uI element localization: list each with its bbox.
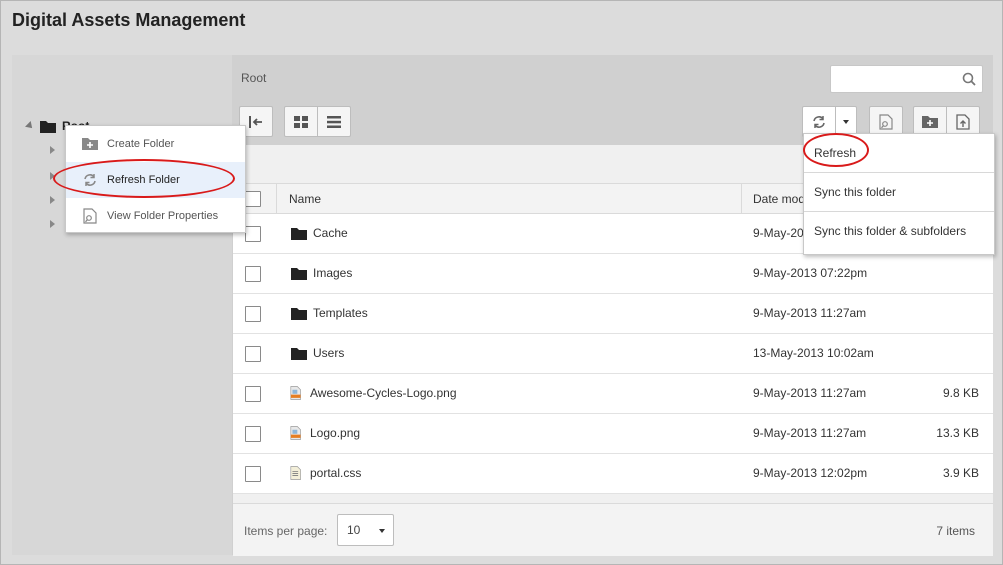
caret-down-icon: [843, 119, 849, 124]
column-header-name[interactable]: Name: [289, 192, 321, 206]
row-checkbox[interactable]: [245, 346, 261, 362]
refresh-icon: [813, 115, 825, 128]
expand-arrow-icon[interactable]: [50, 220, 55, 228]
column-divider: [741, 184, 742, 215]
file-name[interactable]: Awesome-Cycles-Logo.png: [310, 386, 457, 400]
file-name[interactable]: Logo.png: [310, 426, 360, 440]
menu-item-sync-folder-subfolders[interactable]: Sync this folder & subfolders: [804, 212, 994, 251]
file-size: 9.8 KB: [942, 386, 979, 400]
menu-item-create-folder[interactable]: Create Folder: [66, 126, 245, 162]
png-file-icon: [290, 386, 301, 400]
row-checkbox[interactable]: [245, 466, 261, 482]
collapse-arrow-icon[interactable]: [25, 121, 35, 131]
menu-item-label: Create Folder: [107, 138, 175, 150]
folder-plus-icon: [922, 116, 938, 128]
expand-arrow-icon[interactable]: [50, 172, 55, 180]
menu-item-label: Refresh Folder: [107, 174, 180, 186]
grid-view-icon: [294, 115, 308, 128]
app-window: Digital Assets Management Root Root: [0, 0, 1003, 565]
items-per-page-select[interactable]: 10: [337, 514, 394, 546]
row-checkbox[interactable]: [245, 386, 261, 402]
file-size: 13.3 KB: [936, 426, 979, 440]
select-all-checkbox[interactable]: [245, 191, 261, 207]
search-box[interactable]: [830, 65, 983, 93]
file-size: 3.9 KB: [942, 466, 979, 480]
row-checkbox[interactable]: [245, 226, 261, 242]
items-per-page-label: Items per page:: [244, 524, 328, 538]
file-date: 9-May-2013 11:27am: [753, 386, 867, 400]
file-name[interactable]: Users: [313, 346, 344, 360]
refresh-icon: [84, 174, 96, 186]
caret-down-icon: [379, 529, 385, 533]
menu-item-label: Refresh: [814, 146, 857, 160]
folder-icon: [291, 228, 307, 240]
menu-item-refresh-folder[interactable]: Refresh Folder: [66, 162, 245, 198]
row-checkbox[interactable]: [245, 266, 261, 282]
row-checkbox[interactable]: [245, 306, 261, 322]
menu-item-refresh[interactable]: Refresh: [804, 134, 994, 173]
folder-icon: [40, 121, 56, 133]
menu-item-label: View Folder Properties: [107, 210, 219, 222]
file-date: 9-May-2013 12:02pm: [753, 466, 868, 480]
folder-icon: [291, 348, 307, 360]
grid-view-button[interactable]: [284, 106, 318, 137]
list-view-button[interactable]: [317, 106, 351, 137]
css-file-icon: [290, 466, 301, 480]
table-row[interactable]: Templates 9-May-2013 11:27am: [233, 294, 993, 334]
folder-context-menu: Create Folder Refresh Folder View Folder…: [65, 125, 246, 233]
menu-item-label: Sync this folder: [814, 185, 897, 199]
table-row[interactable]: Awesome-Cycles-Logo.png 9-May-2013 11:27…: [233, 374, 993, 414]
breadcrumb[interactable]: Root: [241, 71, 266, 85]
refresh-dropdown-menu: Refresh Sync this folder Sync this folde…: [803, 133, 995, 255]
main-panel: Root Name Date mod Cache 9-May-2013 Imag…: [233, 55, 993, 556]
table-row[interactable]: Logo.png 9-May-2013 11:27am 13.3 KB: [233, 414, 993, 454]
menu-item-label: Sync this folder & subfolders: [814, 224, 967, 238]
menu-item-view-folder-properties[interactable]: View Folder Properties: [66, 198, 245, 234]
folder-icon: [291, 308, 307, 320]
file-search-icon: [879, 113, 893, 130]
file-search-icon: [83, 208, 97, 224]
file-date: 9-May-2013 11:27am: [753, 306, 867, 320]
file-date: 13-May-2013 10:02am: [753, 346, 874, 360]
folder-icon: [291, 268, 307, 280]
menu-item-sync-folder[interactable]: Sync this folder: [804, 173, 994, 212]
table-row[interactable]: Users 13-May-2013 10:02am: [233, 334, 993, 374]
row-checkbox[interactable]: [245, 426, 261, 442]
page-title: Digital Assets Management: [12, 10, 246, 30]
panel-collapse-icon: [249, 115, 262, 128]
list-view-icon: [327, 115, 341, 128]
item-count: 7 items: [936, 524, 975, 538]
file-name[interactable]: Templates: [313, 306, 368, 320]
file-upload-icon: [956, 113, 970, 130]
table-row[interactable]: portal.css 9-May-2013 12:02pm 3.9 KB: [233, 454, 993, 494]
folder-plus-icon: [82, 138, 98, 150]
expand-arrow-icon[interactable]: [50, 146, 55, 154]
items-per-page-value: 10: [347, 523, 361, 537]
file-name[interactable]: portal.css: [310, 466, 361, 480]
pager: Items per page: 10 7 items: [233, 503, 993, 556]
column-header-date[interactable]: Date mod: [753, 192, 805, 206]
table-row[interactable]: Images 9-May-2013 07:22pm: [233, 254, 993, 294]
file-date: 9-May-2013 11:27am: [753, 426, 867, 440]
file-name[interactable]: Cache: [313, 226, 348, 240]
search-icon[interactable]: [962, 72, 976, 86]
file-date: 9-May-2013 07:22pm: [753, 266, 868, 280]
column-divider: [276, 184, 277, 215]
expand-arrow-icon[interactable]: [50, 196, 55, 204]
file-name[interactable]: Images: [313, 266, 352, 280]
png-file-icon: [290, 426, 301, 440]
search-input[interactable]: [831, 66, 956, 92]
